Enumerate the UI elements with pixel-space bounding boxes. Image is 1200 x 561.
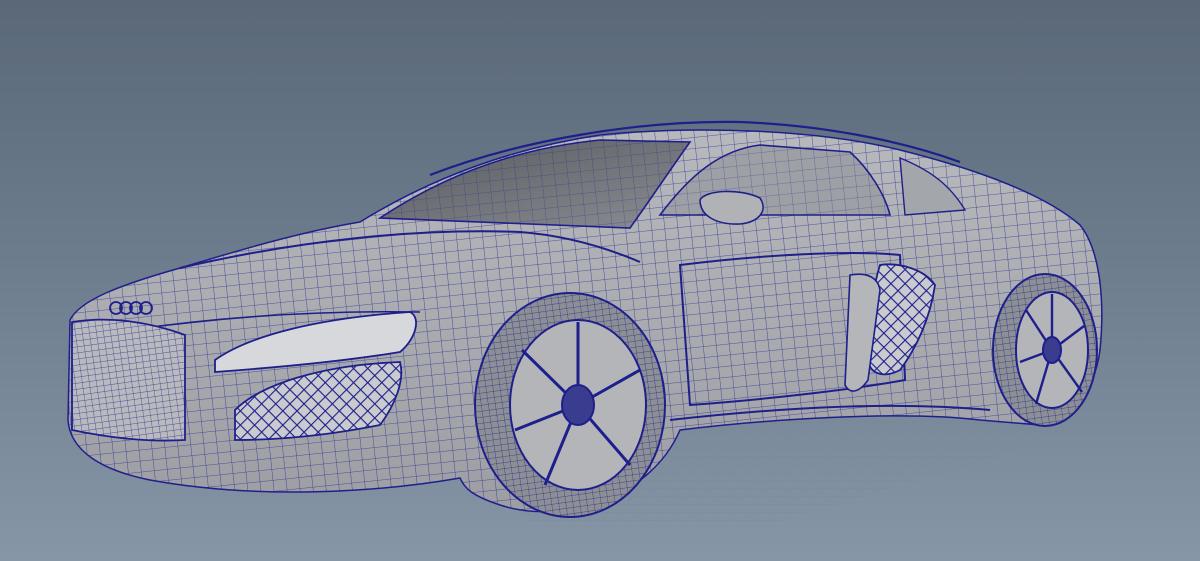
scene-canvas	[67, 120, 1103, 528]
3d-viewport[interactable]	[0, 0, 1200, 561]
front-wheel[interactable]	[474, 292, 666, 518]
rear-wheel[interactable]	[992, 273, 1098, 427]
